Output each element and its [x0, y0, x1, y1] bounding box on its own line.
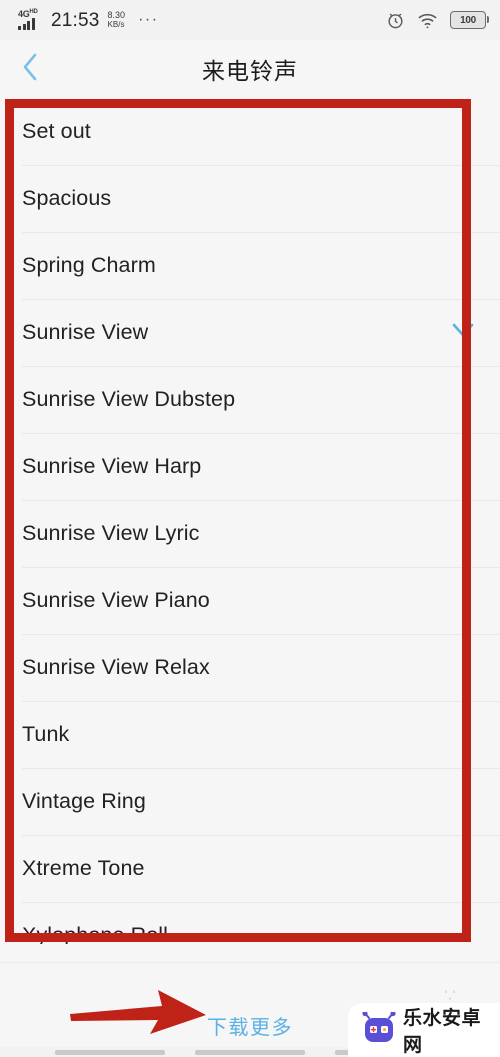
signal-strength-icon: 4GHD: [18, 9, 44, 31]
ringtone-label: Sunrise View Dubstep: [22, 387, 236, 411]
status-bar-left: 4GHD 21:53 8.30 KB/s ···: [18, 9, 159, 31]
wifi-icon: [417, 12, 438, 29]
ringtone-label: Sunrise View Piano: [22, 588, 210, 612]
ringtone-row[interactable]: Set out: [0, 98, 500, 165]
status-bar: 4GHD 21:53 8.30 KB/s ··· 100: [0, 0, 500, 40]
ringtone-label: Xylophone Roll: [22, 923, 169, 944]
ringtone-row[interactable]: Xtreme Tone: [0, 835, 500, 902]
ringtone-label: Sunrise View Lyric: [22, 521, 200, 545]
robot-logo-icon: [362, 1010, 396, 1049]
ringtone-row[interactable]: Sunrise View Dubstep: [0, 366, 500, 433]
battery-level-label: 100: [460, 14, 476, 26]
nav-back-key[interactable]: [55, 1050, 165, 1055]
network-suffix-label: HD: [29, 9, 38, 15]
ringtone-label: Xtreme Tone: [22, 856, 145, 880]
ringtone-row[interactable]: Spacious: [0, 165, 500, 232]
battery-indicator: 100: [450, 11, 489, 29]
ringtone-label: Tunk: [22, 722, 70, 746]
ringtone-row[interactable]: Spring Charm: [0, 232, 500, 299]
ringtone-row[interactable]: Sunrise View Lyric: [0, 500, 500, 567]
watermark-label: 乐水安卓网: [403, 1008, 482, 1056]
nav-home-key[interactable]: [195, 1050, 305, 1055]
network-speed-value: 8.30: [107, 10, 126, 20]
status-bar-right: 100: [386, 11, 489, 30]
ringtone-row[interactable]: Sunrise View: [0, 299, 500, 366]
site-watermark: 乐水安卓网: [348, 1003, 500, 1057]
ringtone-row[interactable]: Tunk: [0, 701, 500, 768]
network-speed-unit: KB/s: [107, 20, 125, 29]
ringtone-list[interactable]: Set out Spacious Spring Charm Sunrise View S…: [0, 98, 500, 944]
signal-bars-icon: [18, 18, 35, 30]
phone-screen: 4GHD 21:53 8.30 KB/s ··· 100 来电铃声 Set ou…: [0, 0, 500, 1057]
ringtone-label: Sunrise View Relax: [22, 655, 210, 679]
ringtone-label: Spring Charm: [22, 253, 156, 277]
page-title: 来电铃声: [202, 58, 298, 84]
ringtone-label: Spacious: [22, 186, 112, 210]
ringtone-row[interactable]: Sunrise View Relax: [0, 634, 500, 701]
ringtone-label: Vintage Ring: [22, 789, 146, 813]
app-header: 来电铃声: [0, 40, 500, 98]
ringtone-label: Sunrise View Harp: [22, 454, 202, 478]
ringtone-row[interactable]: Vintage Ring: [0, 768, 500, 835]
ringtone-row[interactable]: Xylophone Roll: [0, 902, 500, 944]
ringtone-label: Set out: [22, 119, 91, 143]
check-icon: [452, 322, 474, 343]
alarm-clock-icon: [386, 11, 405, 30]
status-bar-clock: 21:53: [51, 9, 100, 31]
ringtone-label: Sunrise View: [22, 320, 149, 344]
ringtone-row[interactable]: Sunrise View Harp: [0, 433, 500, 500]
network-speed-indicator: 8.30 KB/s: [107, 10, 126, 30]
status-bar-overflow-icon: ···: [138, 11, 159, 28]
ringtone-row[interactable]: Sunrise View Piano: [0, 567, 500, 634]
